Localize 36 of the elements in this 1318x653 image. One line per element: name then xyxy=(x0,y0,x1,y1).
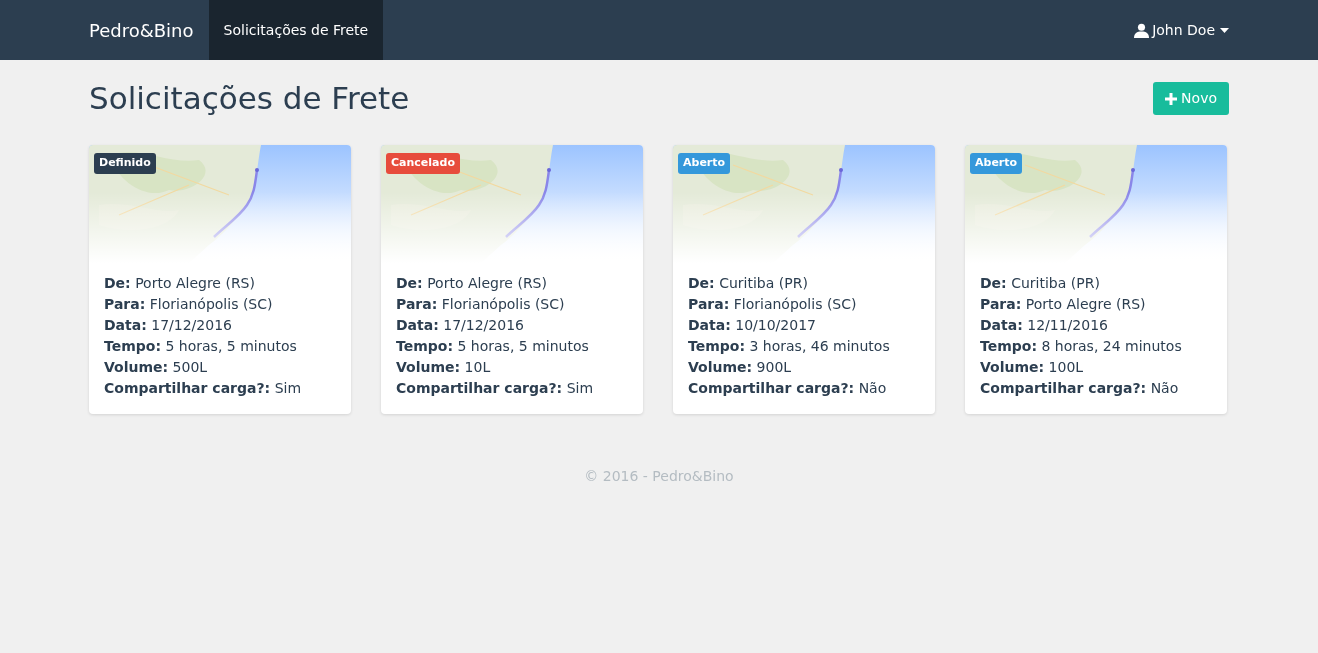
detail-line: Volume: 500L xyxy=(104,358,209,378)
detail-line: De: Porto Alegre (RS) xyxy=(104,274,256,294)
detail-line: Compartilhar carga?: Não xyxy=(688,379,888,399)
detail-line: Tempo: 3 horas, 46 minutos xyxy=(688,337,891,357)
detail-line: Compartilhar carga?: Sim xyxy=(396,379,595,399)
plus-icon xyxy=(1165,92,1178,105)
detail-line: Data: 10/10/2017 xyxy=(688,316,817,336)
detail-line: Para: Florianópolis (SC) xyxy=(396,295,566,315)
detail-line: Para: Florianópolis (SC) xyxy=(104,295,274,315)
detail-line: Data: 12/11/2016 xyxy=(980,316,1109,336)
detail-line: Data: 17/12/2016 xyxy=(104,316,233,336)
status-label: Cancelado xyxy=(386,153,460,174)
detail-line: Volume: 10L xyxy=(396,358,492,378)
detail-line: Data: 17/12/2016 xyxy=(396,316,525,336)
detail-line: De: Curitiba (PR) xyxy=(980,274,1101,294)
status-label: Aberto xyxy=(970,153,1023,174)
brand-link[interactable]: Pedro&Bino xyxy=(89,16,209,44)
footer-text: © 2016 - Pedro&Bino xyxy=(584,468,734,485)
detail-line: Tempo: 5 horas, 5 minutos xyxy=(104,337,298,357)
detail-line: De: Curitiba (PR) xyxy=(688,274,809,294)
detail-line: Tempo: 8 horas, 24 minutos xyxy=(980,337,1183,357)
user-menu[interactable]: John Doe xyxy=(1134,19,1229,41)
status-label: Aberto xyxy=(678,153,731,174)
detail-line: Volume: 900L xyxy=(688,358,793,378)
detail-line: Para: Porto Alegre (RS) xyxy=(980,295,1147,315)
detail-line: Compartilhar carga?: Sim xyxy=(104,379,303,399)
detail-line: Compartilhar carga?: Não xyxy=(980,379,1180,399)
detail-line: De: Porto Alegre (RS) xyxy=(396,274,548,294)
status-label: Definido xyxy=(94,153,156,174)
detail-line: Para: Florianópolis (SC) xyxy=(688,295,858,315)
detail-line: Volume: 100L xyxy=(980,358,1085,378)
page-title: Solicitações de Frete xyxy=(89,80,410,118)
detail-line: Tempo: 5 horas, 5 minutos xyxy=(396,337,590,357)
user-icon xyxy=(1134,22,1150,38)
caret-icon xyxy=(1220,27,1229,33)
nav-link[interactable]: Solicitações de Frete xyxy=(208,0,384,60)
